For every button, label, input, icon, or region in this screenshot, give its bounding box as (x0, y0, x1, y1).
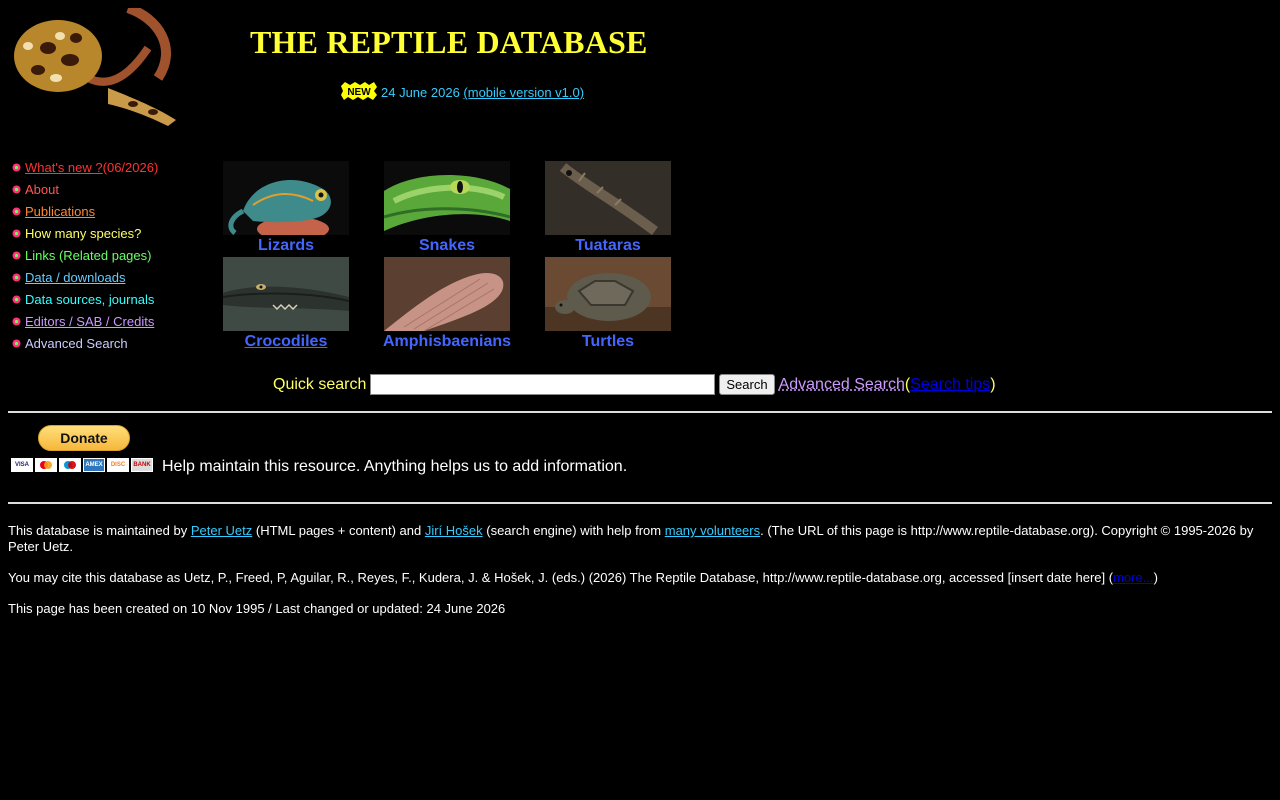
many-volunteers-link[interactable]: many volunteers (665, 523, 760, 538)
new-badge-icon: NEW (341, 82, 377, 100)
sidebar-item-label[interactable]: About (25, 182, 59, 197)
maestro-card-icon (59, 458, 81, 472)
flower-bullet-icon (12, 163, 21, 171)
python-logo-image (8, 8, 182, 126)
sidebar-item-label[interactable]: Editors / SAB / Credits (25, 314, 154, 329)
discover-card-icon: DISC (107, 458, 129, 472)
peter-uetz-link[interactable]: Peter Uetz (191, 523, 252, 538)
sidebar-item-label[interactable]: Advanced Search (25, 336, 128, 351)
quick-search-row: Quick search Search Advanced Search ( Se… (273, 374, 996, 395)
sidebar-item-editors[interactable]: Editors / SAB / Credits (12, 310, 158, 332)
sidebar-item-label[interactable]: What's new ? (25, 160, 103, 175)
footer-text: ) (1153, 570, 1158, 585)
footer-text: You may cite this database as Uetz, P., … (8, 570, 1114, 585)
payment-cards: VISA AMEX DISC BANK (11, 458, 153, 472)
jiri-hosek-link[interactable]: Jirí Hošek (425, 523, 483, 538)
taxon-turtles[interactable]: Turtles (528, 257, 688, 351)
quick-search-input[interactable] (370, 374, 716, 395)
footer-text: This database is maintained by (8, 523, 191, 538)
mobile-version-link[interactable]: (mobile version v1.0) (463, 85, 584, 100)
update-line: NEW 24 June 2026 (mobile version v1.0) (341, 82, 584, 100)
footer-text: (HTML pages + content) and (252, 523, 425, 538)
taxon-link[interactable]: Snakes (367, 237, 527, 255)
sidebar-item-how-many-species[interactable]: How many species? (12, 222, 158, 244)
sidebar-item-label[interactable]: Publications (25, 204, 95, 219)
mastercard-card-icon (35, 458, 57, 472)
lizard-photo[interactable] (223, 161, 349, 235)
taxon-crocodiles[interactable]: Crocodiles (206, 257, 366, 351)
separator-top (8, 411, 1272, 413)
site-title: THE REPTILE DATABASE (250, 24, 648, 60)
flower-bullet-icon (12, 207, 21, 215)
taxon-tuataras[interactable]: Tuataras (528, 161, 688, 255)
tuatara-photo[interactable] (545, 161, 671, 235)
quick-search-label: Quick search (273, 375, 367, 393)
sidebar-item-advanced-search[interactable]: Advanced Search (12, 332, 158, 354)
created-paragraph: This page has been created on 10 Nov 199… (8, 601, 506, 616)
new-badge-text: NEW (347, 87, 371, 98)
search-button[interactable]: Search (719, 374, 775, 395)
bank-card-icon: BANK (131, 458, 153, 472)
taxon-snakes[interactable]: Snakes (367, 161, 527, 255)
amphisbaenian-photo[interactable] (384, 257, 510, 331)
close-paren: ) (990, 375, 996, 393)
sidebar-item-suffix: (06/2026) (102, 159, 159, 175)
flower-bullet-icon (12, 229, 21, 237)
amex-card-icon: AMEX (83, 458, 105, 472)
flower-bullet-icon (12, 273, 21, 281)
turtle-photo[interactable] (545, 257, 671, 331)
flower-bullet-icon (12, 251, 21, 259)
advanced-search-link[interactable]: Advanced Search (779, 376, 905, 394)
sidebar-item-label[interactable]: Data sources, journals (25, 292, 154, 307)
sidebar-item-label[interactable]: Links (Related pages) (25, 248, 151, 263)
taxon-lizards[interactable]: Lizards (206, 161, 366, 255)
maestro-circles-icon (64, 461, 76, 469)
sidebar-item-whats-new[interactable]: What's new ? (06/2026) (12, 156, 158, 178)
sidebar-nav: What's new ? (06/2026) About Publication… (12, 156, 158, 354)
separator-bottom (8, 502, 1272, 504)
donate-message: Help maintain this resource. Anything he… (162, 458, 628, 475)
taxon-link[interactable]: Lizards (206, 237, 366, 255)
sidebar-item-links[interactable]: Links (Related pages) (12, 244, 158, 266)
donate-button[interactable]: Donate (38, 425, 130, 451)
footer-text: (search engine) with help from (482, 523, 665, 538)
sidebar-item-label[interactable]: Data / downloads (25, 270, 125, 285)
sidebar-item-data-downloads[interactable]: Data / downloads (12, 266, 158, 288)
crocodile-photo[interactable] (223, 257, 349, 331)
citation-paragraph: You may cite this database as Uetz, P., … (8, 570, 1270, 586)
taxon-link[interactable]: Turtles (528, 333, 688, 351)
mastercard-circles-icon (40, 461, 52, 469)
maintainer-paragraph: This database is maintained by Peter Uet… (8, 523, 1270, 555)
more-link[interactable]: more... (1113, 570, 1153, 585)
sidebar-item-data-sources[interactable]: Data sources, journals (12, 288, 158, 310)
sidebar-item-label[interactable]: How many species? (25, 226, 141, 241)
taxon-amphisbaenians[interactable]: Amphisbaenians (367, 257, 527, 351)
snake-photo[interactable] (384, 161, 510, 235)
taxon-link[interactable]: Amphisbaenians (367, 333, 527, 351)
flower-bullet-icon (12, 317, 21, 325)
sidebar-item-publications[interactable]: Publications (12, 200, 158, 222)
taxon-link[interactable]: Crocodiles (206, 333, 366, 351)
sidebar-item-about[interactable]: About (12, 178, 158, 200)
flower-bullet-icon (12, 185, 21, 193)
update-date: 24 June 2026 (381, 85, 460, 100)
taxon-link[interactable]: Tuataras (528, 237, 688, 255)
flower-bullet-icon (12, 295, 21, 303)
flower-bullet-icon (12, 339, 21, 347)
search-tips-link[interactable]: Search tips (910, 376, 990, 394)
visa-card-icon: VISA (11, 458, 33, 472)
